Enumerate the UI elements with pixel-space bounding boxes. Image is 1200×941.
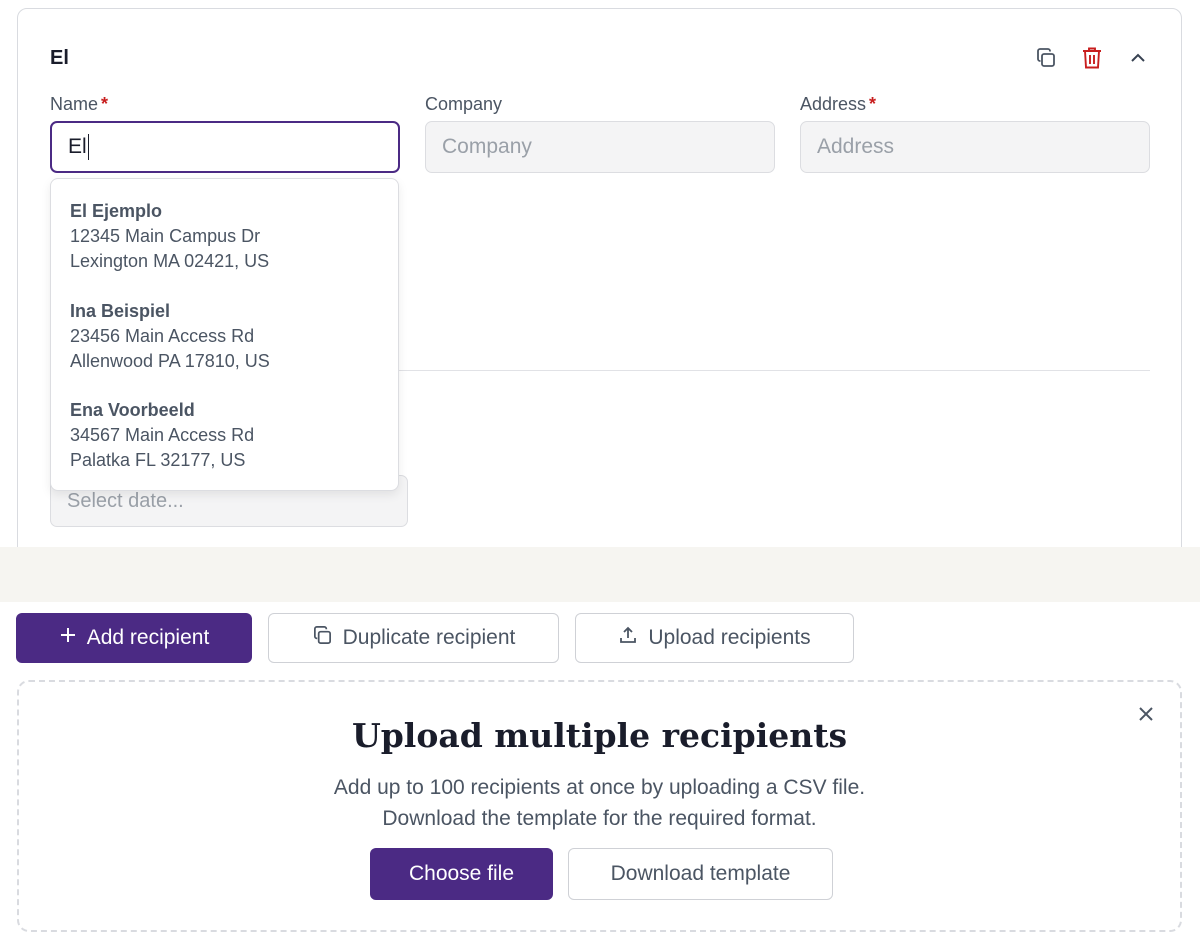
suggestion-option[interactable]: El Ejemplo 12345 Main Campus Dr Lexingto… (51, 199, 398, 299)
choose-file-label: Choose file (408, 862, 515, 885)
required-mark: * (869, 94, 877, 114)
upload-panel-description: Add up to 100 recipients at once by uplo… (19, 772, 1180, 834)
suggestion-address-line: 12345 Main Campus Dr (70, 226, 261, 246)
suggestion-option[interactable]: Ena Voorbeeld 34567 Main Access Rd Palat… (51, 398, 398, 498)
chevron-up-icon[interactable] (1125, 45, 1151, 71)
upload-desc-line: Download the template for the required f… (382, 807, 817, 830)
choose-file-button[interactable]: Choose file (370, 848, 553, 900)
text-caret (87, 134, 90, 160)
section-separator (0, 547, 1200, 602)
suggestion-address-line: 34567 Main Access Rd (70, 425, 255, 445)
duplicate-icon[interactable] (1033, 45, 1059, 71)
card-actions (1033, 45, 1151, 71)
duplicate-icon (312, 625, 333, 652)
name-input-value: El (68, 135, 87, 158)
trash-icon[interactable] (1079, 45, 1105, 71)
suggestion-address-line: Palatka FL 32177, US (70, 450, 246, 470)
name-label: Name * (50, 94, 108, 115)
upload-desc-line: Add up to 100 recipients at once by uplo… (333, 776, 866, 799)
add-recipient-button[interactable]: Add recipient (16, 613, 252, 663)
address-input[interactable]: Address (800, 121, 1150, 173)
company-input[interactable]: Company (425, 121, 775, 173)
download-template-label: Download template (610, 862, 791, 885)
name-label-text: Name (50, 94, 99, 114)
upload-panel-title: Upload multiple recipients (351, 716, 848, 755)
plus-icon (59, 626, 77, 650)
recipient-title: El (50, 47, 69, 69)
suggestion-name: Ena Voorbeeld (70, 400, 195, 420)
duplicate-recipient-label: Duplicate recipient (342, 626, 516, 649)
upload-panel: Upload multiple recipients Add up to 100… (17, 680, 1182, 932)
upload-recipients-label: Upload recipients (648, 626, 811, 649)
suggestion-address-line: Allenwood PA 17810, US (70, 350, 270, 371)
section-divider (398, 370, 1150, 371)
add-recipient-label: Add recipient (86, 626, 210, 649)
name-input[interactable]: El (50, 121, 400, 173)
suggestion-name: Ina Beispiel (70, 300, 171, 321)
required-mark: * (101, 94, 109, 114)
suggestion-address-line: Lexington MA 02421, US (70, 251, 270, 271)
name-suggestions-dropdown: El Ejemplo 12345 Main Campus Dr Lexingto… (50, 178, 399, 491)
download-template-button[interactable]: Download template (568, 848, 833, 900)
suggestion-option[interactable]: Ina Beispiel 23456 Main Access Rd Allenw… (51, 299, 398, 399)
duplicate-recipient-button[interactable]: Duplicate recipient (268, 613, 559, 663)
suggestion-address-line: 23456 Main Access Rd (70, 325, 255, 346)
address-label: Address * (800, 94, 876, 115)
address-label-text: Address (800, 94, 867, 114)
upload-recipients-button[interactable]: Upload recipients (575, 613, 854, 663)
upload-icon (618, 625, 638, 651)
company-label: Company (425, 94, 503, 114)
suggestion-name: El Ejemplo (70, 201, 163, 221)
